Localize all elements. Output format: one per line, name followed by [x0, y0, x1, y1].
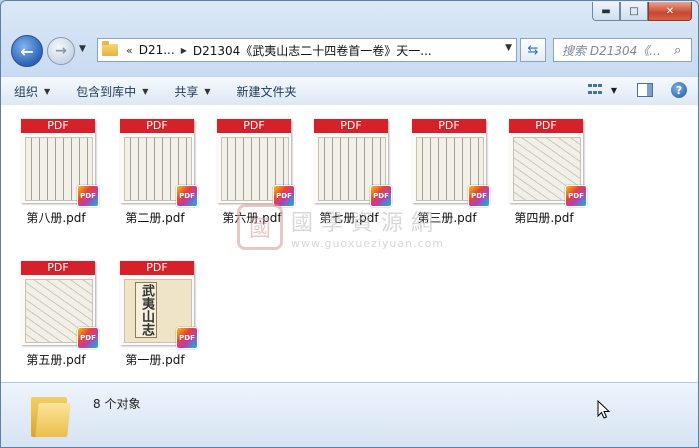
search-icon[interactable]: ⌕: [674, 43, 681, 58]
folder-icon: [102, 41, 118, 56]
watermark-text: 國學資源網 www.guoxueziyuan.com: [291, 205, 444, 250]
chevron-down-icon: ▼: [204, 86, 211, 96]
arrow-left-icon: ←: [20, 41, 34, 61]
cover-title-label: 武夷山志: [135, 282, 157, 338]
file-item[interactable]: PDF PDF 第八册.pdf: [8, 111, 104, 227]
details-pane: 8 个对象: [1, 382, 698, 447]
file-name[interactable]: 第四册.pdf: [496, 209, 592, 226]
watermark-seal-icon: 國: [237, 204, 283, 250]
overflow-chevron[interactable]: «: [126, 44, 133, 57]
pdf-banner: PDF: [314, 119, 388, 133]
pdf-badge-icon: PDF: [77, 327, 99, 349]
explorer-window: ▬ □ ✕ ← → ▼ « D21... ▶ D21304《武夷山志二十四卷首一…: [0, 0, 699, 448]
file-name[interactable]: 第二册.pdf: [107, 209, 203, 226]
pdf-badge-icon: PDF: [77, 185, 99, 207]
pdf-banner: PDF: [509, 119, 583, 133]
command-bar: 组织 ▼ 包含到库中 ▼ 共享 ▼ 新建文件夹 ▼ ?: [1, 76, 698, 106]
pdf-thumbnail: PDF PDF: [412, 119, 490, 207]
address-bar[interactable]: « D21... ▶ D21304《武夷山志二十四卷首一卷》天一... ▼: [97, 38, 517, 62]
preview-pane-icon: [637, 83, 653, 97]
new-folder-button[interactable]: 新建文件夹: [224, 79, 310, 103]
pdf-thumbnail: PDF PDF: [217, 119, 295, 207]
pdf-badge-icon: PDF: [176, 327, 198, 349]
breadcrumb-parent[interactable]: D21...: [139, 43, 175, 57]
minimize-button[interactable]: ▬: [592, 2, 620, 21]
chevron-down-icon: ▼: [79, 44, 86, 54]
maximize-button[interactable]: □: [620, 2, 648, 21]
address-dropdown-icon[interactable]: ▼: [505, 43, 512, 53]
pdf-thumbnail: PDF 武夷山志 PDF: [120, 261, 198, 349]
refresh-icon: ⇆: [527, 42, 539, 58]
caption-buttons: ▬ □ ✕: [592, 2, 692, 21]
change-view-button[interactable]: [584, 79, 606, 101]
arrow-right-icon: →: [55, 43, 67, 59]
file-item[interactable]: PDF PDF 第四册.pdf: [496, 111, 592, 227]
share-menu[interactable]: 共享 ▼: [161, 79, 223, 103]
pdf-badge-icon: PDF: [565, 185, 587, 207]
back-button[interactable]: ←: [11, 35, 43, 67]
breadcrumb-current[interactable]: D21304《武夷山志二十四卷首一卷》天一...: [193, 42, 432, 59]
forward-button[interactable]: →: [47, 37, 75, 65]
pdf-thumbnail: PDF PDF: [509, 119, 587, 207]
include-in-library-label: 包含到库中: [76, 84, 137, 99]
file-list: PDF PDF 第八册.pdf PDF PDF 第二册.pdf PDF PDF …: [1, 105, 698, 382]
file-name[interactable]: 第五册.pdf: [8, 351, 104, 368]
pdf-thumbnail: PDF PDF: [314, 119, 392, 207]
pdf-badge-icon: PDF: [468, 185, 490, 207]
help-icon: ?: [671, 82, 687, 98]
folder-icon: [31, 393, 71, 437]
pdf-banner: PDF: [120, 119, 194, 133]
share-label: 共享: [174, 84, 199, 99]
include-in-library-menu[interactable]: 包含到库中 ▼: [63, 79, 161, 103]
file-name[interactable]: 第八册.pdf: [8, 209, 104, 226]
chevron-down-icon: ▼: [610, 85, 618, 95]
chevron-down-icon: ▼: [142, 86, 149, 96]
pdf-banner: PDF: [412, 119, 486, 133]
watermark: 國 國學資源網 www.guoxueziyuan.com: [237, 204, 444, 250]
file-name[interactable]: 第一册.pdf: [107, 351, 203, 368]
item-count: 8 个对象: [93, 397, 141, 411]
file-item[interactable]: PDF PDF 第二册.pdf: [107, 111, 203, 227]
pdf-banner: PDF: [21, 119, 95, 133]
recent-pages-dropdown[interactable]: ▼: [79, 44, 86, 54]
mouse-cursor-icon: [597, 400, 611, 419]
pdf-thumbnail: PDF PDF: [21, 119, 99, 207]
navigation-bar: ← → ▼ « D21... ▶ D21304《武夷山志二十四卷首一卷》天一..…: [9, 35, 692, 67]
help-button[interactable]: ?: [668, 79, 690, 101]
search-box[interactable]: 搜索 D21304《... ⌕: [553, 38, 692, 62]
file-item[interactable]: PDF PDF 第五册.pdf: [8, 253, 104, 369]
breadcrumb-separator-icon[interactable]: ▶: [181, 46, 187, 55]
toolbar-right-group: ▼ ?: [578, 79, 690, 101]
pdf-banner: PDF: [21, 261, 95, 275]
organize-label: 组织: [14, 84, 39, 99]
organize-menu[interactable]: 组织 ▼: [1, 79, 63, 103]
pdf-banner: PDF: [120, 261, 194, 275]
view-grid-icon: [588, 84, 602, 96]
pdf-thumbnail: PDF PDF: [21, 261, 99, 349]
chevron-down-icon: ▼: [44, 86, 51, 96]
pdf-badge-icon: PDF: [176, 185, 198, 207]
refresh-button[interactable]: ⇆: [520, 38, 546, 62]
watermark-url: www.guoxueziyuan.com: [291, 236, 445, 250]
close-button[interactable]: ✕: [648, 2, 692, 21]
new-folder-label: 新建文件夹: [236, 84, 297, 99]
pdf-banner: PDF: [217, 119, 291, 133]
search-input[interactable]: 搜索 D21304《...: [554, 42, 674, 59]
file-item[interactable]: PDF 武夷山志 PDF 第一册.pdf: [107, 253, 203, 369]
pdf-thumbnail: PDF PDF: [120, 119, 198, 207]
watermark-title: 國學資源網: [291, 210, 442, 236]
preview-pane-button[interactable]: [634, 79, 656, 101]
view-options-dropdown[interactable]: ▼: [608, 79, 620, 101]
